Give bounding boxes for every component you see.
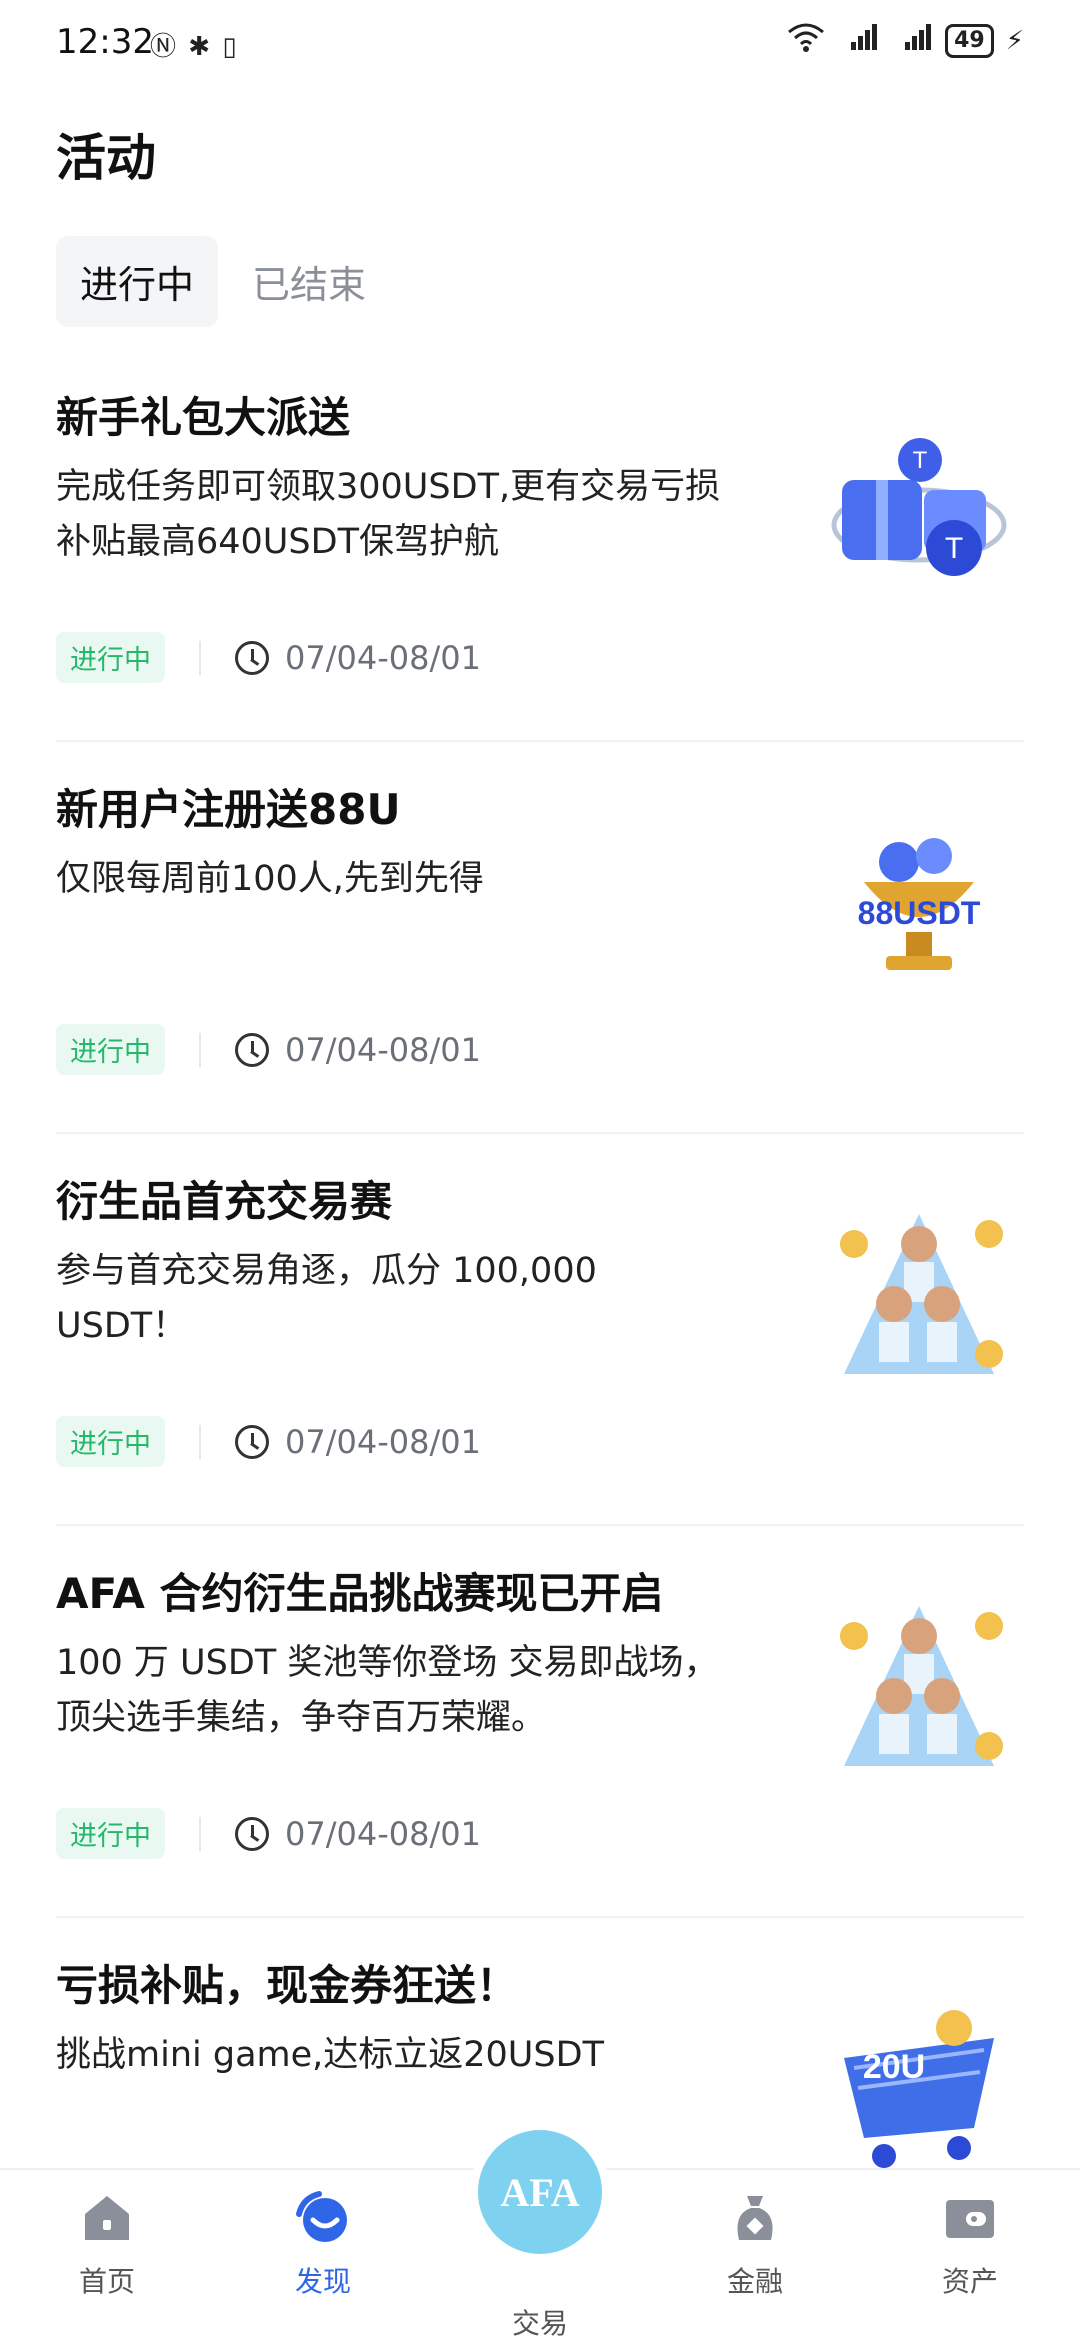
nav-label: 金融: [726, 2265, 783, 2298]
football-players-image: [840, 1214, 1003, 1374]
signal-4g-icon: [837, 22, 879, 59]
divider: [199, 1424, 201, 1459]
discover-icon: [296, 2191, 347, 2242]
trade-button[interactable]: AFA: [478, 2130, 602, 2254]
status-bar: 12:32 Ⓝ ✱ ▯ 49 ⚡: [0, 0, 1080, 88]
activity-card[interactable]: 新手礼包大派送 完成任务即可领取300USDT,更有交易亏损补贴最高640USD…: [56, 350, 1024, 742]
nav-label: 资产: [941, 2265, 998, 2298]
nav-discover[interactable]: 发现: [263, 2190, 383, 2300]
activity-description: 仅限每周前100人,先到先得: [56, 859, 484, 899]
activity-card[interactable]: 衍生品首充交易赛 参与首充交易角逐，瓜分 100,000 USDT！ 进行中 0…: [56, 1134, 1024, 1526]
nav-home[interactable]: 首页: [47, 2190, 167, 2300]
status-badge: 进行中: [56, 1416, 165, 1467]
tab-ended[interactable]: 已结束: [228, 236, 390, 327]
status-badge: 进行中: [56, 632, 165, 683]
activity-list: 新手礼包大派送 完成任务即可领取300USDT,更有交易亏损补贴最高640USD…: [0, 350, 1080, 2310]
nav-label: 发现: [294, 2265, 351, 2298]
battery-indicator: 49: [945, 23, 994, 58]
activity-description: 100 万 USDT 奖池等你登场 交易即战场，顶尖选手集结，争夺百万荣耀。: [56, 1643, 719, 1738]
nav-label: 首页: [78, 2265, 135, 2298]
divider: [199, 1032, 201, 1067]
activity-meta: 进行中 07/04-08/01: [56, 1808, 481, 1859]
nav-assets[interactable]: 资产: [910, 2190, 1030, 2300]
activity-date: 07/04-08/01: [285, 1422, 481, 1461]
activity-meta: 进行中 07/04-08/01: [56, 632, 481, 683]
nfc-icon: Ⓝ: [150, 32, 179, 62]
clock-icon: [235, 1032, 269, 1067]
activity-title: AFA 合约衍生品挑战赛现已开启: [56, 1569, 664, 1618]
activity-title: 新用户注册送88U: [56, 785, 401, 834]
wallet-icon: [946, 2200, 994, 2238]
activity-card[interactable]: AFA 合约衍生品挑战赛现已开启 100 万 USDT 奖池等你登场 交易即战场…: [56, 1526, 1024, 1918]
svg-text:T: T: [945, 532, 963, 565]
activity-date: 07/04-08/01: [285, 1814, 481, 1853]
divider: [199, 640, 201, 675]
football-players-image: [840, 1606, 1003, 1766]
activity-date: 07/04-08/01: [285, 638, 481, 677]
status-system-icons: Ⓝ ✱ ▯: [150, 26, 239, 63]
shopping-cart-image: 20U: [844, 2010, 994, 2168]
svg-text:20U: 20U: [863, 2048, 925, 2086]
trophy-image: 88USDT: [858, 838, 981, 970]
activity-card[interactable]: 新用户注册送88U 仅限每周前100人,先到先得 进行中 07/04-08/01…: [56, 742, 1024, 1134]
divider: [199, 1816, 201, 1851]
activity-meta: 进行中 07/04-08/01: [56, 1416, 481, 1467]
status-badge: 进行中: [56, 1024, 165, 1075]
activity-description: 参与首充交易角逐，瓜分 100,000 USDT！: [56, 1251, 597, 1346]
page-title: 活动: [56, 129, 156, 187]
activity-title: 衍生品首充交易赛: [56, 1177, 393, 1226]
svg-text:88USDT: 88USDT: [858, 895, 981, 931]
clock-icon: [235, 1816, 269, 1851]
clock-icon: [235, 1424, 269, 1459]
bluetooth-icon: ✱: [188, 32, 213, 62]
tab-ongoing[interactable]: 进行中: [56, 236, 219, 327]
status-right-icons: 49 ⚡: [787, 22, 1024, 59]
nav-label: 交易: [511, 2307, 568, 2340]
wifi-icon: [787, 22, 825, 59]
clock-icon: [235, 640, 269, 675]
activity-title: 新手礼包大派送: [56, 393, 351, 442]
status-time: 12:32: [56, 22, 154, 62]
status-badge: 进行中: [56, 1808, 165, 1859]
signal-4g-icon: [891, 22, 933, 59]
money-bag-icon: [737, 2196, 773, 2240]
gift-box-image: T T: [831, 438, 1007, 576]
activity-date: 07/04-08/01: [285, 1030, 481, 1069]
home-icon: [85, 2196, 129, 2240]
vibrate-icon: ▯: [222, 32, 239, 62]
activity-meta: 进行中 07/04-08/01: [56, 1024, 481, 1075]
charging-icon: ⚡: [1005, 25, 1024, 56]
nav-finance[interactable]: 金融: [695, 2190, 815, 2300]
activity-tabs: 进行中 已结束: [56, 236, 390, 327]
svg-text:T: T: [913, 447, 928, 474]
activity-description: 完成任务即可领取300USDT,更有交易亏损补贴最高640USDT保驾护航: [56, 467, 721, 562]
activity-title: 亏损补贴，现金券狂送！: [56, 1961, 519, 2010]
activity-description: 挑战mini game,达标立返20USDT: [56, 2035, 604, 2075]
